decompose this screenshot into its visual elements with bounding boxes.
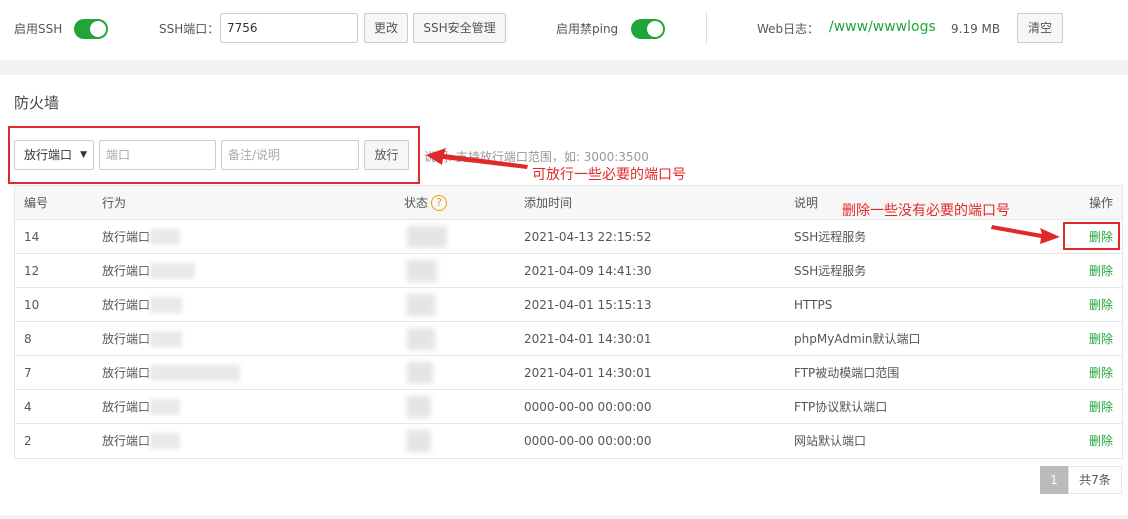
row-id: 7 [24,366,32,380]
table-row: 2 放行端口 0000-00-00 00:00:00 网站默认端口 删除 [15,424,1122,458]
annotation-arrow-right-icon [991,225,1060,244]
row-action: 放行端口 [102,332,151,346]
row-time: 2021-04-01 14:30:01 [524,366,652,380]
row-note: phpMyAdmin默认端口 [794,332,921,346]
row-note: 网站默认端口 [794,434,867,448]
row-action: 放行端口 [102,298,151,312]
divider [706,12,707,44]
row-action: 放行端口 [102,366,151,380]
delete-rule-button[interactable]: 删除 [1089,390,1113,424]
table-row: 4 放行端口 0000-00-00 00:00:00 FTP协议默认端口 删除 [15,390,1122,424]
row-note: FTP被动模端口范围 [794,366,900,380]
header-note: 说明 [794,196,819,210]
row-time: 2021-04-01 15:15:13 [524,298,652,312]
redacted-status [407,430,431,452]
row-action: 放行端口 [102,400,151,414]
redacted-status [407,396,431,418]
table-row: 14 放行端口 2021-04-13 22:15:52 SSH远程服务 删除 [15,220,1122,254]
row-id: 10 [24,298,40,312]
toggle-knob [90,21,106,37]
settings-bar: 启用SSH SSH端口： 更改 SSH安全管理 启用禁ping Web日志： /… [0,0,1128,60]
redacted-status [407,362,433,384]
table-row: 8 放行端口 2021-04-01 14:30:01 phpMyAdmin默认端… [15,322,1122,356]
row-time: 0000-00-00 00:00:00 [524,400,652,414]
row-action: 放行端口 [102,264,151,278]
redacted-port [150,365,240,381]
row-action: 放行端口 [102,230,151,244]
firewall-table: 编号 行为 状态? 添加时间 说明 操作 14 放行端口 2021-04-13 … [14,185,1123,459]
ssh-toggle[interactable] [74,19,108,39]
annotation-box-delete [1063,222,1120,250]
header-action: 行为 [102,196,127,210]
ssh-port-label: SSH端口： [159,22,220,36]
table-row: 12 放行端口 2021-04-09 14:41:30 SSH远程服务 删除 [15,254,1122,288]
section-divider [0,60,1128,75]
redacted-port [150,433,180,449]
clear-log-button[interactable]: 清空 [1017,13,1063,43]
redacted-port [150,331,182,347]
redacted-port [150,229,180,245]
annotation-box-form [8,126,420,184]
weblog-label: Web日志： [757,22,820,36]
row-note: HTTPS [794,298,833,312]
ssh-manage-button[interactable]: SSH安全管理 [413,13,506,43]
row-note: FTP协议默认端口 [794,400,888,414]
weblog-path-link[interactable]: /www/wwwlogs [829,19,936,35]
header-op: 操作 [1088,196,1113,210]
row-time: 2021-04-13 22:15:52 [524,230,652,244]
header-id: 编号 [24,196,49,210]
redacted-status [407,328,435,350]
delete-rule-button[interactable]: 删除 [1089,288,1113,322]
row-id: 4 [24,400,32,414]
toggle-knob [647,21,663,37]
change-port-button[interactable]: 更改 [364,13,408,43]
page-total: 共7条 [1068,466,1122,494]
ping-toggle[interactable] [631,19,665,39]
table-row: 10 放行端口 2021-04-01 15:15:13 HTTPS 删除 [15,288,1122,322]
redacted-status [407,226,447,248]
ssh-port-input[interactable] [220,13,358,43]
annotation-add-note: 可放行一些必要的端口号 [532,167,686,183]
header-status: 状态? [404,186,448,220]
row-time: 2021-04-09 14:41:30 [524,264,652,278]
weblog-size: 9.19 MB [951,22,1001,36]
bottom-divider [0,515,1128,519]
row-time: 2021-04-01 14:30:01 [524,332,652,346]
redacted-port [150,399,180,415]
table-row: 7 放行端口 2021-04-01 14:30:01 FTP被动模端口范围 删除 [15,356,1122,390]
row-action: 放行端口 [102,434,151,448]
annotation-delete-note: 删除一些没有必要的端口号 [842,203,1010,219]
row-note: SSH远程服务 [794,264,867,278]
annotation-arrow-left-icon [426,148,528,169]
row-id: 12 [24,264,40,278]
row-time: 0000-00-00 00:00:00 [524,434,652,448]
ssh-label: 启用SSH [14,22,63,36]
ping-label: 启用禁ping [556,22,619,36]
help-icon[interactable]: ? [431,194,448,211]
page-current[interactable]: 1 [1040,466,1068,494]
row-note: SSH远程服务 [794,230,867,244]
delete-rule-button[interactable]: 删除 [1089,424,1113,458]
delete-rule-button[interactable]: 删除 [1089,254,1113,288]
redacted-status [407,260,437,282]
redacted-port [150,263,195,279]
row-id: 2 [24,434,32,448]
redacted-port [150,297,182,313]
delete-rule-button[interactable]: 删除 [1089,356,1113,390]
section-title: 防火墙 [14,94,60,112]
row-id: 8 [24,332,32,346]
header-time: 添加时间 [524,196,573,210]
redacted-status [407,294,435,316]
delete-rule-button[interactable]: 删除 [1089,322,1113,356]
row-id: 14 [24,230,40,244]
